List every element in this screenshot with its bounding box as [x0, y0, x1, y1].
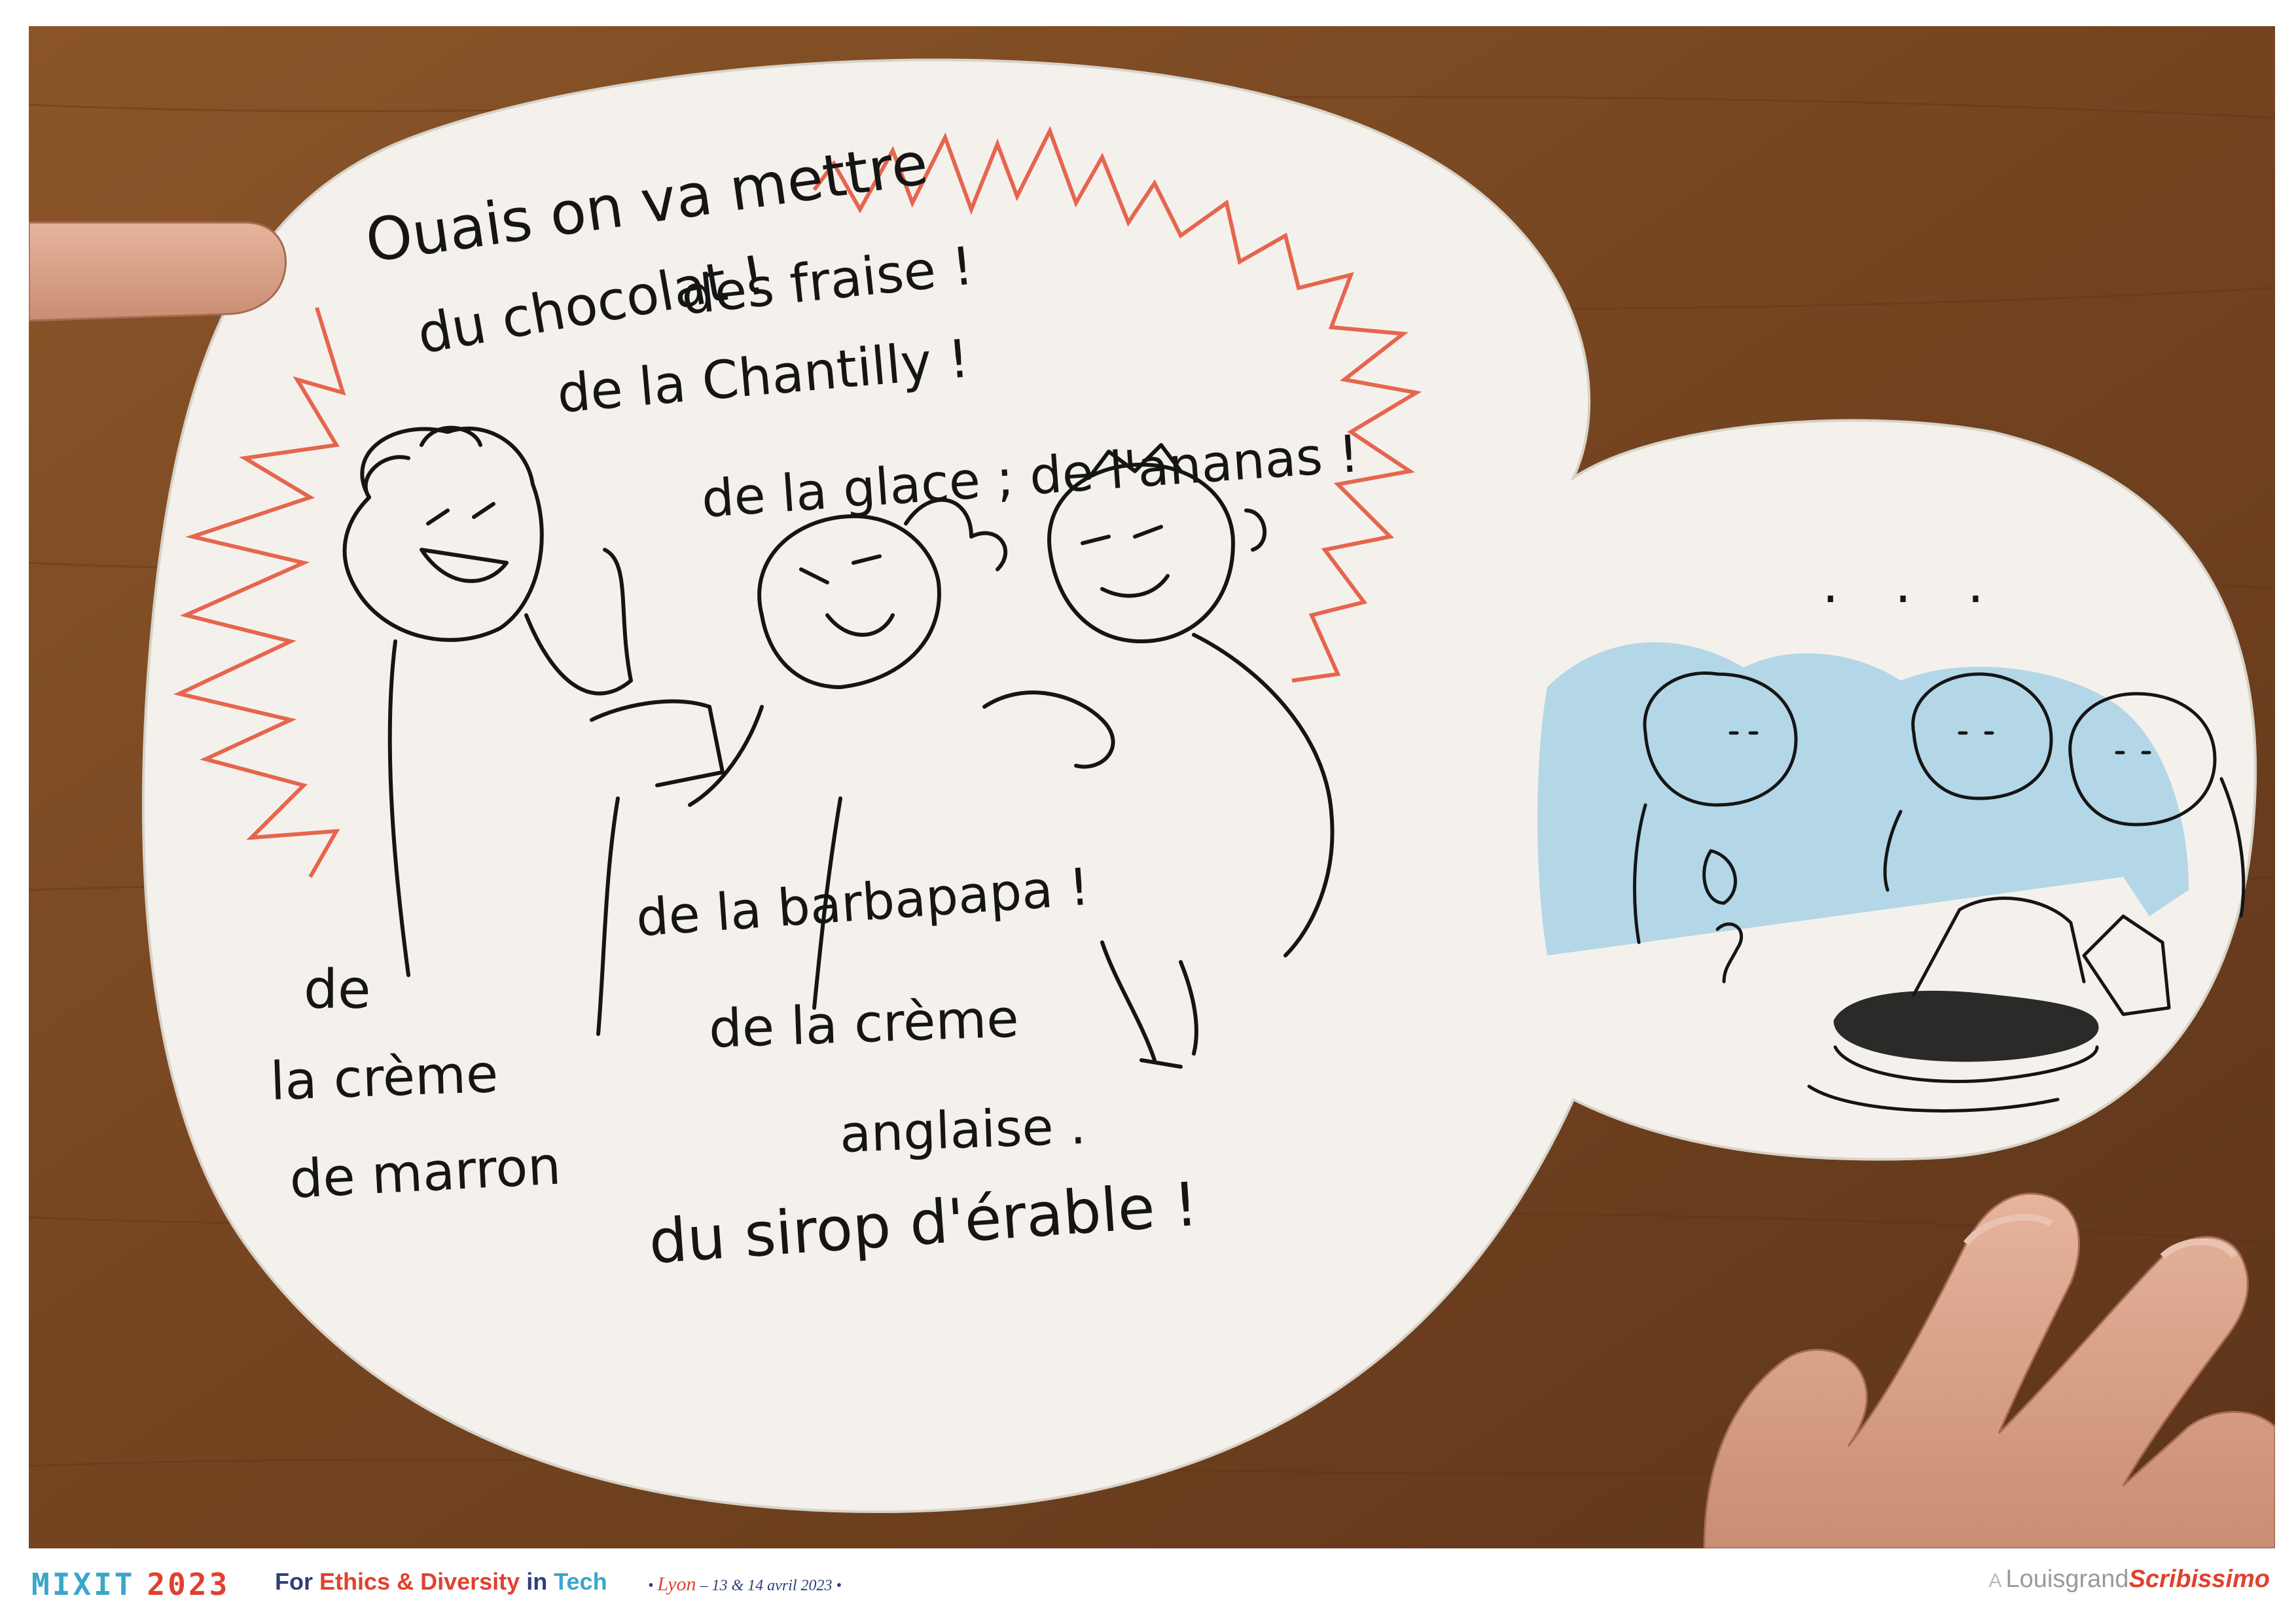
tagline-diversity: Diversity — [420, 1568, 520, 1595]
left-thumb — [29, 221, 287, 322]
speech-line-8: anglaise . — [839, 1097, 1087, 1164]
event-city: Lyon — [657, 1573, 696, 1595]
footer-bar: MIXIT 2023 For Ethics & Diversity in Tech… — [0, 1548, 2296, 1623]
credit-author: Louisgrand — [2005, 1565, 2129, 1593]
tagline-in: in — [526, 1568, 548, 1595]
tagline-tech: Tech — [554, 1568, 607, 1595]
logo-year: 2023 — [147, 1567, 230, 1602]
credit-brand: Scribissimo — [2128, 1565, 2270, 1593]
speech-line-7: de la crème — [708, 988, 1020, 1060]
logo-text: MIXIT — [31, 1567, 135, 1602]
tagline-for: For — [275, 1568, 313, 1595]
second-panel-dots: . . . — [1822, 554, 2003, 615]
mixit-logo: MIXIT 2023 — [31, 1567, 230, 1602]
tagline: For Ethics & Diversity in Tech — [275, 1568, 607, 1596]
event-info: • Lyon – 13 & 14 avril 2023 • — [648, 1573, 842, 1595]
author-credit: A LouisgrandScribissimo — [1989, 1565, 2270, 1594]
credit-prefix: A — [1988, 1570, 2002, 1592]
photo: Ouais on va mettre du chocolat ! des fra… — [29, 26, 2275, 1548]
tagline-amp: & — [397, 1568, 414, 1595]
comic-illustration: Ouais on va mettre du chocolat ! des fra… — [29, 26, 2275, 1548]
tagline-ethics: Ethics — [319, 1568, 391, 1595]
event-dates: 13 & 14 avril 2023 — [711, 1577, 833, 1594]
speech-line-9: de — [304, 959, 371, 1021]
speech-line-10: la crème — [269, 1043, 499, 1112]
